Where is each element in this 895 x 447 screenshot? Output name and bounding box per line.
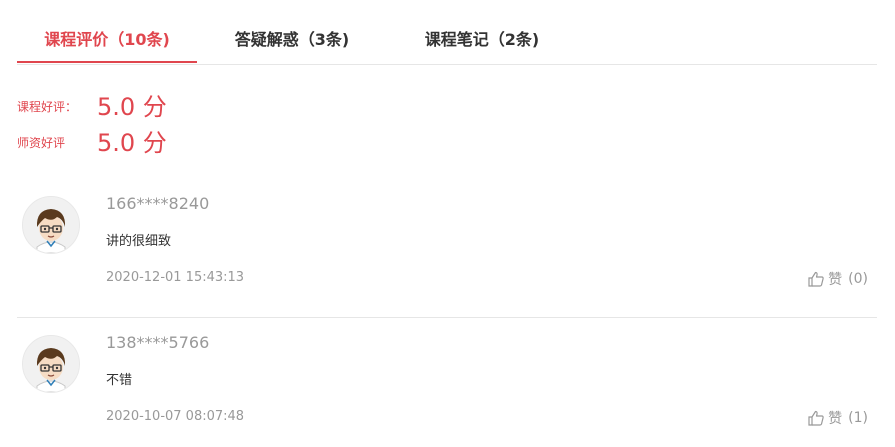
like-button[interactable]: 赞 (1) — [807, 408, 868, 428]
course-rating-label: 课程好评： — [17, 100, 78, 114]
cartoon-avatar-icon — [23, 336, 79, 392]
course-reviews-panel: 课程评价（10条) 答疑解惑（3条) 课程笔记（2条) 课程好评： 5.0 分 … — [0, 0, 895, 447]
course-rating-score: 5.0 分 — [97, 93, 167, 121]
tab-notes[interactable]: 课程笔记（2条) — [407, 18, 557, 62]
cartoon-avatar-icon — [23, 197, 79, 253]
teacher-rating-label: 师资好评 — [17, 136, 66, 150]
review-timestamp: 2020-12-01 15:43:13 — [106, 270, 245, 285]
review-item: 166****8240 讲的很细致 2020-12-01 15:43:13 赞 … — [17, 178, 877, 318]
review-content: 不错 — [106, 373, 133, 388]
thumbs-up-icon — [808, 271, 824, 287]
active-tab-indicator — [17, 61, 197, 63]
review-username: 138****5766 — [106, 333, 210, 352]
review-timestamp: 2020-10-07 08:07:48 — [106, 409, 245, 424]
like-button[interactable]: 赞 (0) — [807, 269, 868, 289]
review-item: 138****5766 不错 2020-10-07 08:07:48 赞 (1) — [17, 317, 877, 447]
avatar — [22, 335, 80, 393]
teacher-rating-score: 5.0 分 — [97, 129, 167, 157]
tab-bar: 课程评价（10条) 答疑解惑（3条) 课程笔记（2条) — [17, 0, 877, 65]
like-count: (0) — [848, 271, 868, 287]
like-label: 赞 — [828, 411, 843, 427]
thumbs-up-icon — [808, 410, 824, 426]
like-label: 赞 — [828, 272, 843, 288]
review-content: 讲的很细致 — [106, 234, 172, 249]
like-count: (1) — [848, 410, 868, 426]
review-username: 166****8240 — [106, 194, 210, 213]
tab-course-reviews[interactable]: 课程评价（10条) — [17, 18, 197, 62]
tab-qa[interactable]: 答疑解惑（3条) — [217, 18, 367, 62]
avatar — [22, 196, 80, 254]
